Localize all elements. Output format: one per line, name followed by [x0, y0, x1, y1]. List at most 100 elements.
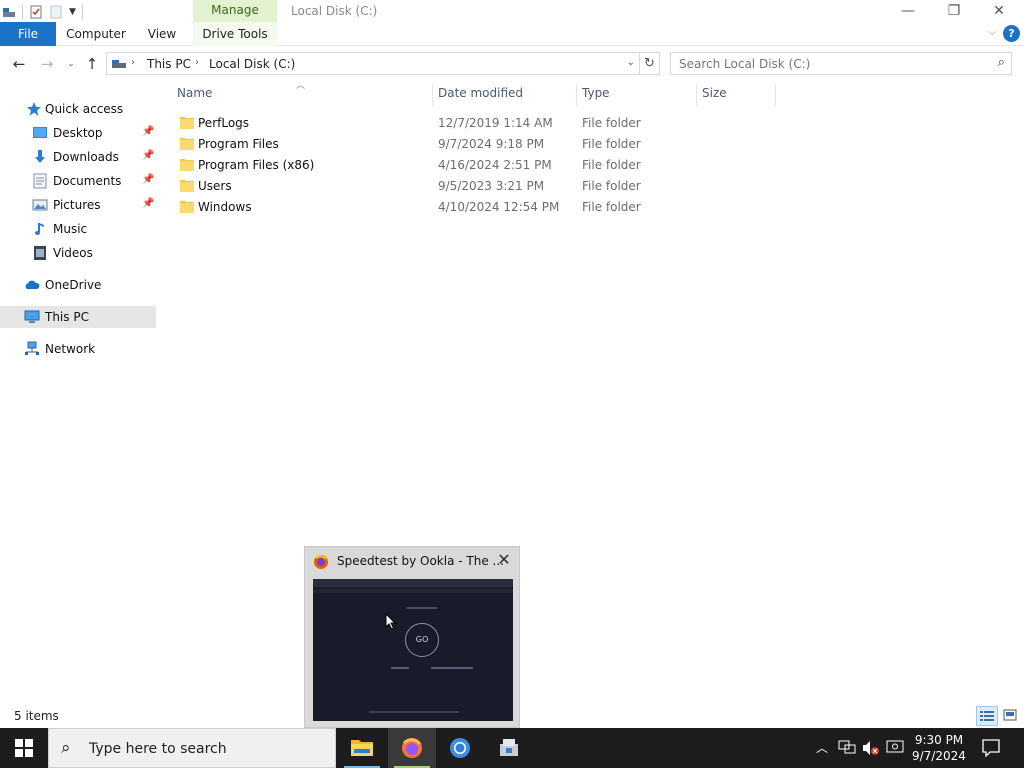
tab-file[interactable]: File: [0, 22, 56, 46]
star-icon: [27, 102, 41, 116]
taskbar-thumbnail-preview[interactable]: Speedtest by Ookla - The ... ✕ GO: [304, 546, 520, 728]
file-date: 9/7/2024 9:18 PM: [438, 137, 545, 151]
table-row[interactable]: PerfLogs 12/7/2019 1:14 AM File folder: [176, 113, 816, 134]
address-bar[interactable]: › This PC › Local Disk (C:) ⌄: [106, 52, 640, 75]
table-row[interactable]: Program Files 9/7/2024 9:18 PM File fold…: [176, 134, 816, 155]
thumbnail-window-preview[interactable]: GO: [313, 579, 513, 721]
pin-icon[interactable]: 📌: [142, 126, 154, 137]
status-item-count: 5 items: [14, 709, 59, 723]
nav-item-videos[interactable]: Videos: [0, 242, 156, 264]
taskbar-firefox[interactable]: [388, 728, 436, 768]
address-row: ← → ⌄ ↑ › This PC › Local Disk (C:) ⌄ ↻ …: [0, 50, 1024, 78]
nav-label: Documents: [53, 174, 122, 188]
thumbnail-close-button[interactable]: ✕: [495, 551, 513, 569]
show-hidden-icons-button[interactable]: ︿: [816, 728, 830, 768]
network-icon[interactable]: [838, 740, 856, 756]
customize-qat-icon[interactable]: ▼: [69, 7, 76, 17]
column-separator[interactable]: [775, 84, 776, 106]
nav-label: OneDrive: [45, 278, 102, 292]
tab-drive-tools[interactable]: Drive Tools: [193, 22, 277, 46]
column-separator[interactable]: [432, 84, 433, 106]
nav-label: Music: [53, 222, 88, 236]
table-row[interactable]: Windows 4/10/2024 12:54 PM File folder: [176, 197, 816, 218]
back-button[interactable]: ←: [10, 55, 28, 73]
taskbar-search-box[interactable]: ⌕ Type here to search: [48, 728, 336, 768]
nav-onedrive[interactable]: OneDrive: [0, 274, 156, 296]
mouse-cursor-icon: [385, 613, 397, 630]
notifications-icon[interactable]: [982, 739, 1000, 757]
nav-item-desktop[interactable]: Desktop 📌: [0, 122, 156, 144]
search-input[interactable]: Search Local Disk (C:) ⌕: [670, 52, 1012, 75]
column-header-name[interactable]: Name: [177, 86, 212, 104]
breadcrumb-this-pc[interactable]: This PC: [147, 57, 191, 71]
chrome-icon: [450, 738, 470, 758]
breadcrumb-chevron-icon[interactable]: ›: [131, 57, 135, 68]
pin-icon[interactable]: 📌: [142, 150, 154, 161]
taskbar-search-placeholder: Type here to search: [89, 741, 227, 757]
pin-icon[interactable]: 📌: [142, 174, 154, 185]
column-header-type[interactable]: Type: [582, 86, 610, 104]
up-button[interactable]: ↑: [83, 55, 101, 73]
expand-ribbon-icon[interactable]: ⌵: [988, 27, 996, 38]
file-type: File folder: [582, 116, 641, 130]
properties-icon[interactable]: [29, 5, 43, 19]
pin-icon[interactable]: 📌: [142, 198, 154, 209]
refresh-button[interactable]: ↻: [640, 52, 660, 75]
folder-icon: [180, 138, 194, 150]
nav-item-music[interactable]: Music: [0, 218, 156, 240]
breadcrumb-chevron-icon[interactable]: ›: [195, 57, 199, 68]
nav-label: Videos: [53, 246, 93, 260]
search-icon: ⌕: [997, 55, 1005, 70]
nav-quick-access[interactable]: Quick access: [0, 98, 156, 120]
file-name: Program Files (x86): [198, 158, 315, 172]
title-bar: ▼ Manage Local Disk (C:) — ❐ ✕: [0, 0, 1024, 22]
column-separator[interactable]: [576, 84, 577, 106]
taskbar-file-explorer[interactable]: [338, 728, 386, 768]
breadcrumb-local-disk[interactable]: Local Disk (C:): [209, 57, 295, 71]
large-icons-view-button[interactable]: [999, 706, 1021, 726]
restore-button[interactable]: ❐: [931, 0, 977, 22]
clock-date: 9/7/2024: [912, 749, 966, 763]
table-row[interactable]: Program Files (x86) 4/16/2024 2:51 PM Fi…: [176, 155, 816, 176]
manage-context-tab[interactable]: Manage: [193, 0, 277, 22]
close-button[interactable]: ✕: [976, 0, 1022, 22]
volume-muted-icon[interactable]: [862, 740, 880, 756]
window-title: Local Disk (C:): [291, 4, 378, 18]
start-button[interactable]: [0, 728, 48, 768]
desktop-icon: [33, 127, 47, 138]
large-icons-view-icon: [1003, 709, 1017, 721]
column-separator[interactable]: [696, 84, 697, 106]
column-header-date[interactable]: Date modified: [438, 86, 523, 104]
taskbar-clock[interactable]: 9:30 PM 9/7/2024: [904, 732, 974, 764]
nav-item-pictures[interactable]: Pictures 📌: [0, 194, 156, 216]
clock-time: 9:30 PM: [914, 733, 964, 747]
forward-button[interactable]: →: [38, 55, 56, 73]
new-folder-icon[interactable]: [49, 5, 63, 19]
nav-item-downloads[interactable]: Downloads 📌: [0, 146, 156, 168]
display-icon[interactable]: [886, 740, 904, 756]
address-dropdown-icon[interactable]: ⌄: [627, 57, 635, 68]
nav-this-pc[interactable]: This PC: [0, 306, 156, 328]
recent-locations-button[interactable]: ⌄: [62, 55, 80, 73]
drive-icon[interactable]: [2, 5, 16, 19]
table-row[interactable]: Users 9/5/2023 3:21 PM File folder: [176, 176, 816, 197]
nav-item-documents[interactable]: Documents 📌: [0, 170, 156, 192]
details-view-button[interactable]: [976, 706, 998, 726]
taskbar-app[interactable]: [485, 728, 533, 768]
nav-label: Downloads: [53, 150, 119, 164]
download-arrow-icon: [35, 150, 45, 163]
tab-computer[interactable]: Computer: [60, 22, 132, 46]
nav-network[interactable]: Network: [0, 338, 156, 360]
minimize-button[interactable]: —: [885, 0, 931, 22]
document-icon: [33, 173, 47, 189]
film-icon: [34, 246, 46, 260]
nav-label: Desktop: [53, 126, 103, 140]
computer-icon: [24, 310, 40, 323]
file-type: File folder: [582, 158, 641, 172]
column-header-size[interactable]: Size: [702, 86, 727, 104]
folder-icon: [180, 117, 194, 129]
help-button[interactable]: ?: [1003, 25, 1020, 42]
tab-view[interactable]: View: [138, 22, 186, 46]
taskbar-chrome[interactable]: [436, 728, 484, 768]
pictures-icon: [32, 199, 48, 211]
